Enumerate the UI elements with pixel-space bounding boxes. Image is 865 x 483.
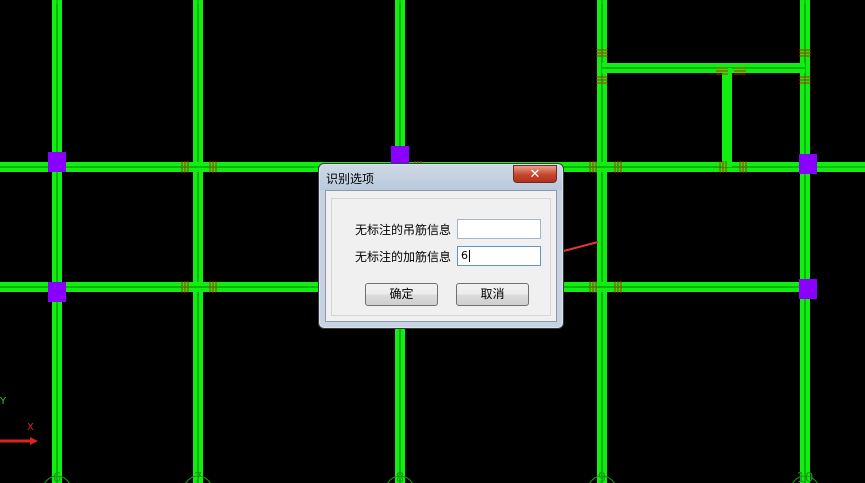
column-2 xyxy=(48,282,66,302)
axis-label-5: 10 xyxy=(797,471,814,483)
axis-label-2: 7 xyxy=(194,471,202,483)
dialog-title: 识别选项 xyxy=(326,172,375,186)
ucs-y-label: Y xyxy=(0,396,7,407)
ok-button[interactable]: 确定 xyxy=(365,283,438,306)
axis-label-1: 6 xyxy=(53,471,61,483)
secondary-beam xyxy=(722,68,732,167)
text-caret xyxy=(469,250,470,262)
close-button[interactable]: ✕ xyxy=(513,165,557,183)
additional-bar-value: 6 xyxy=(461,249,468,262)
dialog-body: 无标注的吊筋信息 无标注的加筋信息 6 确定 取消 xyxy=(325,190,557,322)
column-5 xyxy=(799,279,817,299)
cancel-button[interactable]: 取消 xyxy=(456,283,529,306)
column-1 xyxy=(48,152,66,172)
ucs-icon: Y X xyxy=(0,396,38,445)
axis-label-4: 9 xyxy=(598,471,606,483)
additional-bar-label: 无标注的加筋信息 xyxy=(355,250,452,264)
recognition-options-dialog: 识别选项 ✕ 无标注的吊筋信息 无标注的加筋信息 6 确定 取消 xyxy=(318,163,564,329)
hanger-bar-input[interactable] xyxy=(457,219,541,239)
ucs-x-label: X xyxy=(27,422,34,433)
additional-bar-input[interactable]: 6 xyxy=(457,246,541,266)
column-4 xyxy=(799,154,817,174)
options-group: 无标注的吊筋信息 无标注的加筋信息 6 确定 取消 xyxy=(331,198,551,316)
hanger-bar-label: 无标注的吊筋信息 xyxy=(355,223,452,237)
ucs-x-arrowhead xyxy=(30,437,38,445)
axis-label-3: 8 xyxy=(396,471,404,483)
